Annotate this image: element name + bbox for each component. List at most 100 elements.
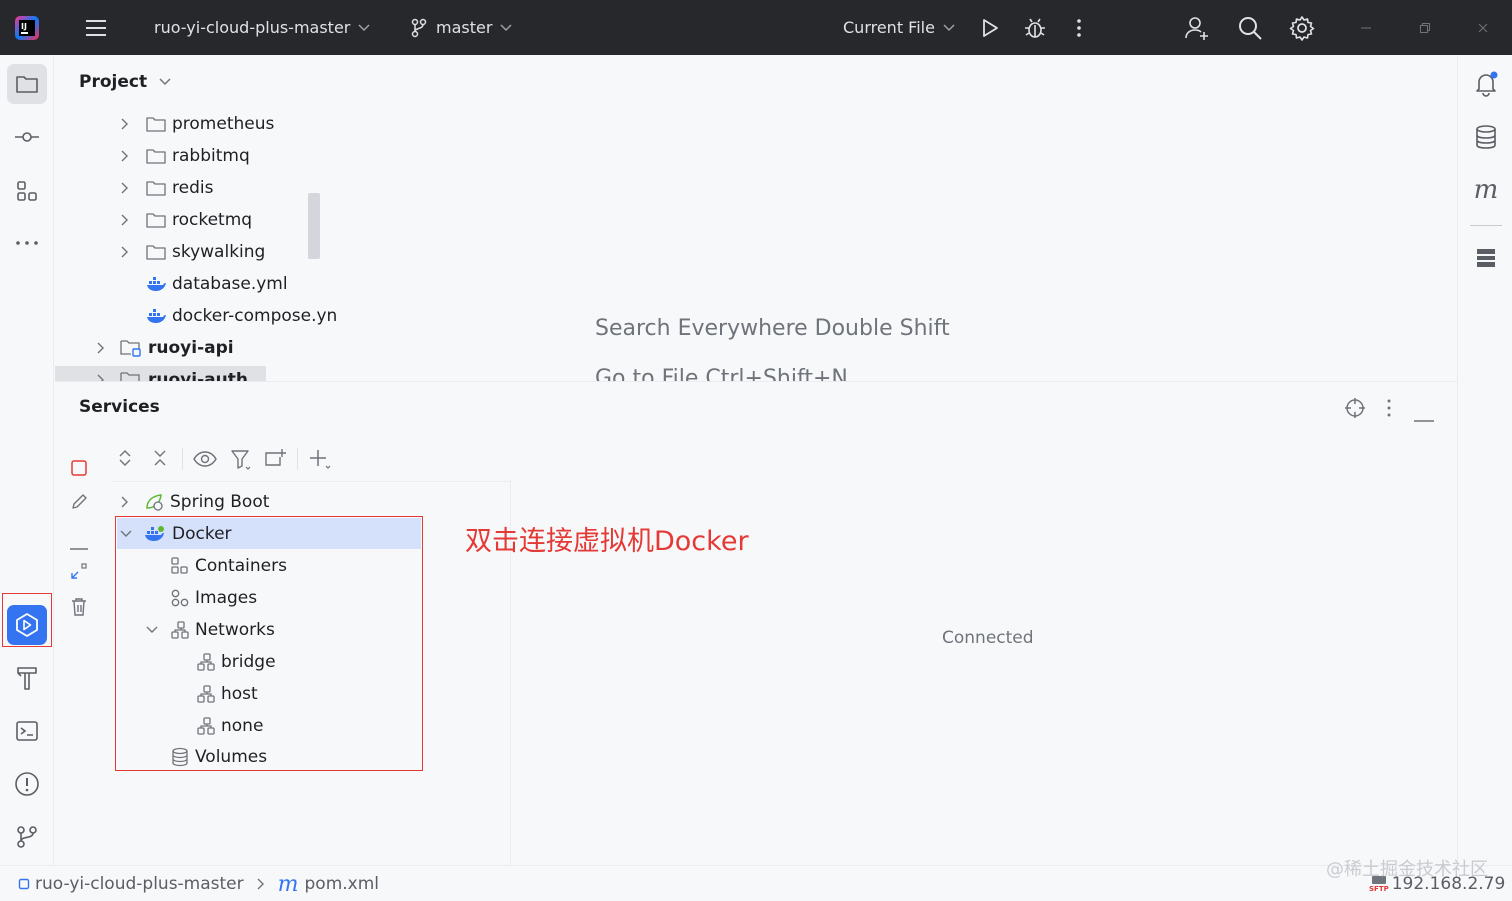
tree-item-label: prometheus	[172, 114, 275, 134]
tree-item-prometheus[interactable]: prometheus	[120, 109, 274, 139]
tree-item-label: rabbitmq	[172, 146, 250, 166]
chevron-right-icon	[121, 246, 128, 258]
folder-icon	[16, 76, 38, 93]
collapse-all-icon[interactable]	[152, 449, 168, 471]
branch-icon	[411, 18, 427, 37]
git-branch-icon	[17, 826, 37, 848]
tree-item-label: database.yml	[172, 274, 288, 294]
tree-item-rocketmq[interactable]: rocketmq	[120, 205, 252, 235]
more-vert-icon[interactable]	[1385, 399, 1393, 421]
project-tool-button[interactable]	[7, 64, 47, 104]
branch-name: master	[436, 18, 493, 37]
more-horizontal-icon	[16, 241, 38, 245]
tree-item-skywalking[interactable]: skywalking	[120, 237, 265, 267]
tree-item-label: ruoyi-api	[148, 338, 234, 358]
title-bar: IJ ruo-yi-cloud-plus-master master Curre…	[0, 0, 1512, 55]
stop-icon[interactable]	[70, 459, 88, 481]
tree-item-redis[interactable]: redis	[120, 173, 213, 203]
folder-icon	[146, 116, 166, 132]
search-everywhere-hint: Search Everywhere Double Shift	[595, 316, 950, 341]
hide-panel-icon[interactable]	[1414, 407, 1434, 426]
minimize-icon[interactable]	[1360, 0, 1372, 55]
run-config-selector[interactable]: Current File	[843, 0, 955, 55]
toolbar-separator	[297, 448, 298, 470]
docker-icon	[146, 308, 166, 324]
module-folder-icon	[120, 339, 142, 357]
project-scrollbar[interactable]	[308, 193, 320, 259]
more-tools-button[interactable]	[7, 223, 47, 263]
intellij-logo-icon[interactable]: IJ	[14, 0, 40, 55]
tree-item-rabbitmq[interactable]: rabbitmq	[120, 141, 250, 171]
tree-item-label: rocketmq	[172, 210, 253, 230]
service-spring-boot[interactable]: Spring Boot	[120, 487, 269, 517]
highlight-box-docker	[115, 516, 423, 771]
svg-text:IJ: IJ	[21, 22, 27, 31]
tree-item-ruoyi-auth-selected[interactable]: ruoyi-auth	[55, 366, 266, 381]
spring-boot-icon	[144, 492, 164, 512]
branch-selector[interactable]: master	[410, 0, 512, 55]
project-selector[interactable]: ruo-yi-cloud-plus-master	[154, 0, 370, 55]
divider	[1470, 225, 1502, 226]
more-vert-icon[interactable]	[1075, 0, 1083, 55]
expand-icon[interactable]	[70, 562, 88, 584]
run-icon[interactable]	[979, 0, 1001, 55]
chevron-right-icon	[121, 150, 128, 162]
structure-tool-button[interactable]	[7, 171, 47, 211]
hamburger-menu-icon[interactable]	[84, 0, 108, 55]
commit-icon	[15, 132, 39, 142]
edit-icon[interactable]	[70, 493, 88, 515]
tree-item-database-yml[interactable]: database.yml	[146, 269, 288, 299]
project-panel-header[interactable]: Project	[79, 72, 171, 92]
watermark: @稀土掘金技术社区	[1326, 859, 1488, 880]
project-name: ruo-yi-cloud-plus-master	[154, 18, 351, 37]
add-user-icon[interactable]	[1184, 0, 1210, 55]
terminal-icon	[16, 721, 38, 741]
build-tool-button[interactable]	[7, 658, 47, 698]
close-icon[interactable]	[1477, 0, 1489, 55]
maven-button[interactable]: m	[1466, 170, 1506, 210]
structure-view-button[interactable]	[1466, 238, 1506, 278]
terminal-tool-button[interactable]	[7, 711, 47, 751]
tree-item-docker-compose[interactable]: docker-compose.yn	[146, 301, 337, 331]
run-config-label: Current File	[843, 18, 935, 37]
eye-icon[interactable]	[193, 450, 217, 472]
trash-icon[interactable]	[70, 597, 88, 621]
chevron-right-icon	[121, 214, 128, 226]
add-service-icon[interactable]	[308, 448, 332, 474]
chevron-down-icon	[943, 23, 955, 31]
git-tool-button[interactable]	[7, 817, 47, 857]
chevron-down-icon	[358, 23, 370, 31]
list-icon	[1477, 249, 1495, 267]
chevron-down-icon	[500, 23, 512, 31]
tree-item-ruoyi-auth: ruoyi-auth	[96, 366, 248, 381]
commit-tool-button[interactable]	[7, 117, 47, 157]
breadcrumb-project[interactable]: ruo-yi-cloud-plus-master	[35, 874, 244, 894]
expand-all-icon[interactable]	[117, 449, 133, 471]
service-label: Spring Boot	[170, 492, 270, 512]
tree-item-label: redis	[172, 178, 214, 198]
filter-icon[interactable]	[230, 449, 252, 475]
module-folder-icon	[120, 371, 142, 381]
settings-icon[interactable]	[1289, 0, 1315, 55]
database-button[interactable]	[1466, 117, 1506, 157]
breadcrumb-file[interactable]: pom.xml	[305, 874, 380, 894]
debug-icon[interactable]	[1023, 0, 1047, 55]
tree-item-ruoyi-api[interactable]: ruoyi-api	[96, 333, 234, 363]
restore-icon[interactable]	[1419, 0, 1431, 55]
new-tab-icon[interactable]	[264, 448, 286, 472]
search-icon[interactable]	[1237, 0, 1263, 55]
goto-file-hint-clip: Go to File Ctrl+Shift+N	[595, 366, 995, 381]
chevron-right-icon	[97, 374, 104, 381]
toolbar-separator	[182, 448, 183, 470]
structure-icon	[17, 181, 37, 201]
tree-item-label: ruoyi-auth	[148, 370, 248, 381]
hammer-icon	[17, 667, 37, 690]
chevron-right-icon	[257, 878, 264, 890]
chevron-down-icon	[159, 78, 171, 86]
notifications-button[interactable]	[1466, 64, 1506, 104]
chevron-right-icon	[97, 342, 104, 354]
chevron-right-icon	[121, 182, 128, 194]
crosshair-icon[interactable]	[1344, 397, 1366, 423]
remove-icon[interactable]	[70, 535, 88, 554]
problems-tool-button[interactable]	[7, 764, 47, 804]
